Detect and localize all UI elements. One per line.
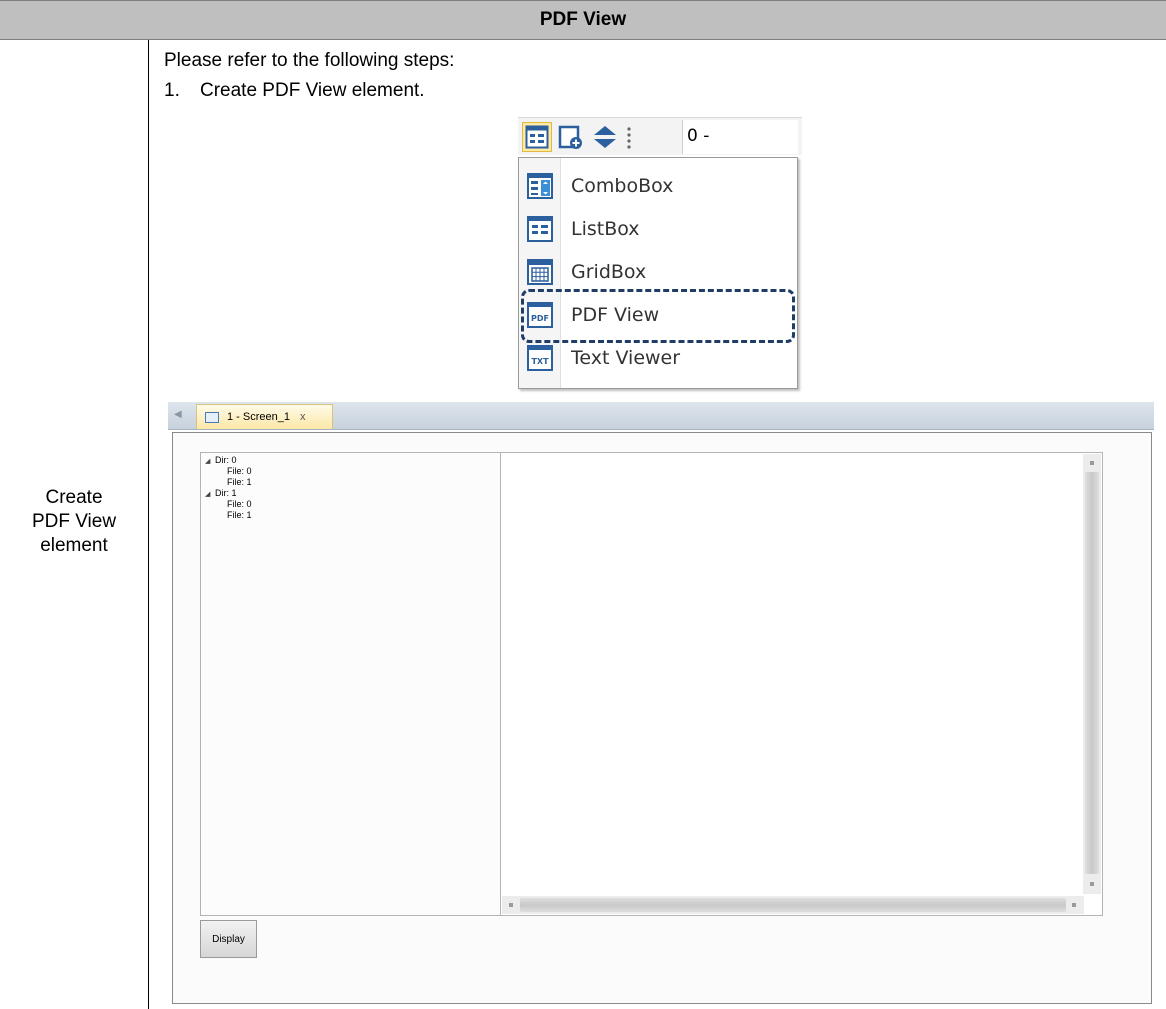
tree-item[interactable]: File: 1 — [227, 477, 252, 488]
gridbox-icon — [527, 259, 553, 285]
expand-icon[interactable]: ◢ — [205, 489, 215, 500]
tree-item[interactable]: File: 0 — [227, 466, 252, 477]
tab-screen-1[interactable]: 1 - Screen_1 x — [196, 404, 333, 429]
layer-icon[interactable] — [590, 122, 620, 152]
text-viewer-icon: TXT — [527, 345, 553, 371]
tab-label: 1 - Screen_1 — [227, 411, 290, 423]
pdf-view-highlight — [521, 289, 795, 343]
menu-item-combobox[interactable]: ComboBox — [519, 164, 799, 207]
close-icon[interactable]: x — [300, 411, 306, 423]
step-number: 1. — [164, 80, 180, 101]
menu-item-label: GridBox — [571, 260, 647, 283]
toolbar-grip — [626, 126, 632, 155]
row-label: Create PDF View element — [31, 487, 117, 556]
pdf-view-area[interactable] — [500, 452, 1103, 916]
menu-item-listbox[interactable]: ListBox — [519, 207, 799, 250]
toolbar-field[interactable]: 0 - — [682, 120, 798, 154]
table-header: PDF View — [0, 0, 1166, 40]
vertical-scrollbar[interactable] — [1083, 454, 1101, 894]
tree-item[interactable]: File: 1 — [227, 510, 252, 521]
expand-icon[interactable]: ◢ — [205, 456, 215, 467]
column-divider — [148, 40, 149, 1009]
toolbar: 0 - — [518, 117, 802, 155]
new-screen-icon[interactable] — [556, 122, 586, 152]
combobox-icon — [527, 173, 553, 199]
element-dropdown-menu: ComboBox ListBox GridBox PDF PDF View TX… — [518, 157, 798, 389]
list-element-icon[interactable] — [522, 122, 552, 152]
tree-item[interactable]: File: 0 — [227, 499, 252, 510]
menu-item-gridbox[interactable]: GridBox — [519, 250, 799, 293]
table-title: PDF View — [539, 9, 627, 30]
step-text: Create PDF View element. — [200, 80, 425, 101]
screen-icon — [205, 411, 219, 423]
listbox-icon — [527, 216, 553, 242]
file-tree[interactable]: ◢ Dir: 0 File: 0 File: 1 ◢ Dir: 1 File: 0 … — [200, 452, 501, 916]
tab-scroll-left-icon[interactable]: ◀ — [174, 409, 182, 420]
menu-item-label: ListBox — [571, 217, 640, 240]
svg-text:TXT: TXT — [531, 357, 549, 366]
menu-item-label: ComboBox — [571, 174, 674, 197]
step-1: 1. Create PDF View element. — [164, 80, 425, 102]
display-button[interactable]: Display — [200, 920, 257, 958]
menu-item-label: Text Viewer — [571, 346, 681, 369]
intro-text: Please refer to the following steps: — [164, 50, 455, 71]
horizontal-scrollbar[interactable] — [502, 896, 1084, 914]
